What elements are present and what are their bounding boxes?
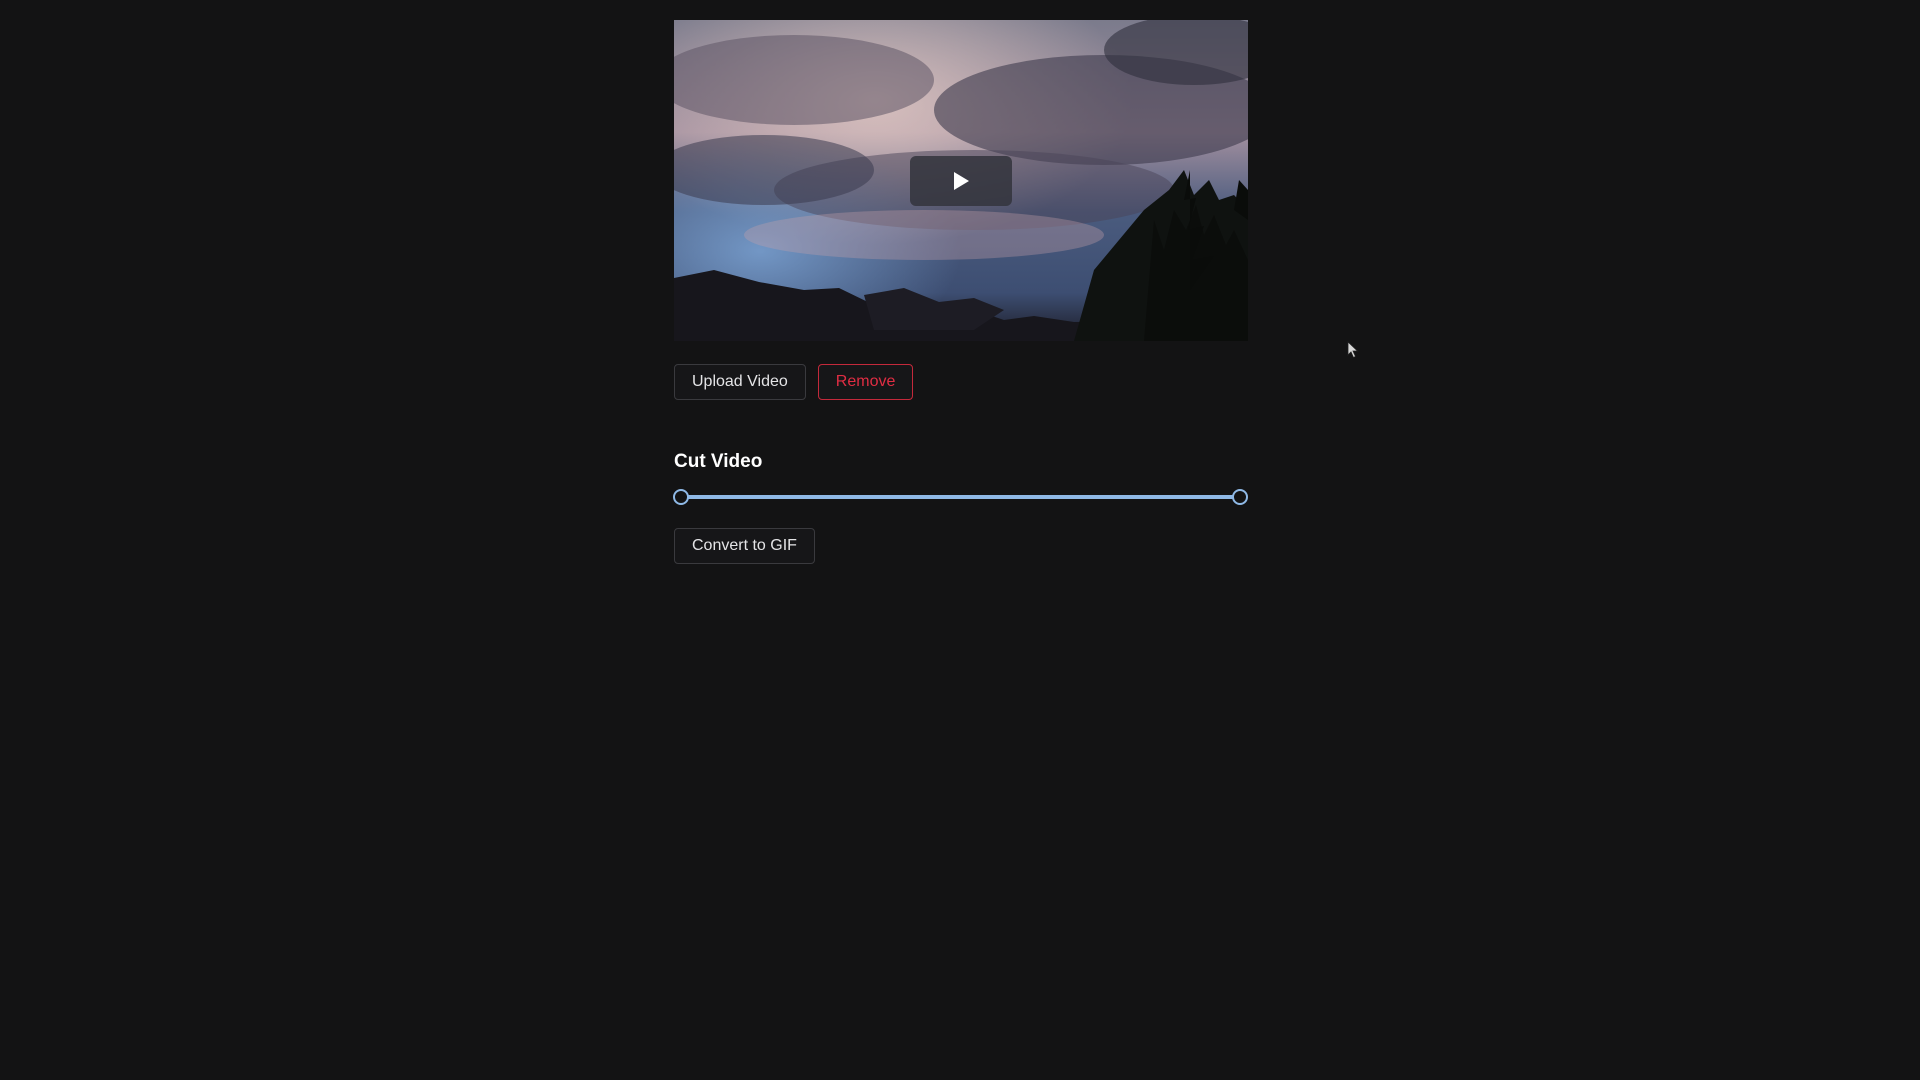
remove-button[interactable]: Remove bbox=[817, 364, 914, 400]
convert-to-gif-button[interactable]: Convert to GIF bbox=[674, 528, 815, 564]
cut-video-title: Cut Video bbox=[674, 451, 763, 472]
upload-video-button[interactable]: Upload Video bbox=[674, 364, 806, 400]
slider-track[interactable] bbox=[680, 495, 1242, 499]
play-icon bbox=[954, 172, 969, 190]
cut-range-slider[interactable] bbox=[673, 487, 1248, 507]
video-actions: Upload Video Remove bbox=[674, 364, 1248, 400]
mouse-pointer-icon bbox=[1347, 341, 1359, 359]
video-player[interactable] bbox=[674, 20, 1248, 341]
convert-row: Convert to GIF bbox=[674, 528, 1248, 564]
slider-start-handle[interactable] bbox=[673, 489, 689, 505]
page: Upload Video Remove Cut Video Convert to… bbox=[0, 0, 1920, 1080]
slider-end-handle[interactable] bbox=[1232, 489, 1248, 505]
play-button[interactable] bbox=[910, 156, 1012, 206]
video-editor: Upload Video Remove Cut Video Convert to… bbox=[673, 20, 1248, 564]
